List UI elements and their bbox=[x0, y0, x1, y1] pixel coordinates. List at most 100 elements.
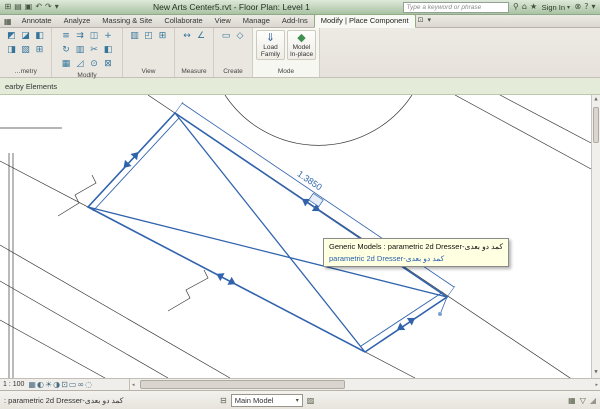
scroll-up-icon[interactable]: ▲ bbox=[592, 97, 600, 103]
cope-icon[interactable]: ◧ bbox=[33, 30, 46, 43]
ribbon-tab[interactable]: Manage bbox=[237, 15, 276, 27]
scroll-right-icon[interactable]: ▸ bbox=[595, 382, 598, 388]
open-icon[interactable]: ▤ bbox=[14, 2, 22, 12]
design-options-icon[interactable]: ⊟ bbox=[220, 396, 227, 405]
crop-view-icon[interactable]: ⊡ bbox=[61, 380, 68, 390]
favorites-icon[interactable]: ★ bbox=[530, 2, 537, 12]
panel-label: Modify bbox=[77, 72, 97, 79]
infocenter-icons: ⚲ ⌂ ★ bbox=[512, 2, 539, 12]
drag-control-dot[interactable] bbox=[438, 312, 442, 316]
create-group-icon[interactable]: ▭ bbox=[220, 30, 233, 43]
crop-region-icon[interactable]: ▭ bbox=[69, 380, 77, 390]
drawing-canvas[interactable]: 1.3850 Generic Models : parametric 2d Dr… bbox=[0, 95, 600, 378]
options-bar-text: earby Elements bbox=[5, 81, 58, 91]
switch-windows-icon[interactable]: ⊞ bbox=[156, 30, 169, 43]
shadows-icon[interactable]: ◑ bbox=[53, 380, 60, 390]
bottom-bar: 1 : 100 ▦ ◐ ☀ ◑ ⊡ ▭ ∞ ◌ ◂ ▸ bbox=[0, 378, 600, 390]
window-title: New Arts Center5.rvt - Floor Plan: Level… bbox=[152, 2, 310, 12]
offset-icon[interactable]: ⇉ bbox=[74, 30, 87, 43]
sign-in-label: Sign In bbox=[541, 2, 566, 12]
status-bar: : parametric 2d Dresser-کمد دو بعدی ⊟ Ma… bbox=[0, 390, 600, 409]
thin-lines-icon[interactable]: ▥ bbox=[128, 30, 141, 43]
quick-access-toolbar: ⊞ ▤ ▣ ↶ ↷ ▾ bbox=[3, 2, 60, 12]
wall-joins-icon[interactable]: ▧ bbox=[19, 44, 32, 57]
design-option-select[interactable]: Main Model ▾ bbox=[230, 393, 303, 407]
create-similar-icon[interactable]: ◇ bbox=[234, 30, 247, 43]
selected-component[interactable] bbox=[86, 111, 449, 353]
model-in-place-button[interactable]: ◆ Model In-place bbox=[287, 30, 316, 60]
delete-icon[interactable]: ⊠ bbox=[102, 58, 115, 71]
chevron-down-icon: ▾ bbox=[567, 3, 571, 11]
design-option-value: Main Model bbox=[234, 395, 274, 405]
ribbon-tab[interactable]: Analyze bbox=[58, 15, 97, 27]
ribbon-tab[interactable]: Annotate bbox=[16, 15, 58, 27]
split-icon[interactable]: ◧ bbox=[102, 44, 115, 57]
ribbon-panel-modify: ≡ ⇉ ◫ + ↻ ▥ ✂ ◧ ▦ ◿ ⊙ ⊠ Modify bbox=[52, 28, 123, 79]
array-icon[interactable]: ▦ bbox=[60, 58, 73, 71]
ribbon-panel-geometry: ◩ ◪ ◧ ◨ ▧ ⊞ …metry bbox=[0, 28, 52, 77]
qat-caret-icon[interactable]: ▾ bbox=[55, 2, 59, 12]
show-hidden-lines-icon[interactable]: ◰ bbox=[142, 30, 155, 43]
align-icon[interactable]: ≡ bbox=[60, 30, 73, 43]
editable-only-icon[interactable]: ▦ bbox=[568, 396, 576, 405]
application-menu-icon[interactable]: ▦ bbox=[4, 17, 12, 26]
horizontal-scrollbar[interactable]: ◂ ▸ bbox=[130, 379, 600, 390]
ribbon-tabs: Annotate Analyze Massing & Site Collaborate… bbox=[16, 15, 314, 27]
subscription-center-icon[interactable]: ⌂ bbox=[522, 2, 527, 12]
ribbon-tab[interactable]: View bbox=[209, 15, 237, 27]
status-message: : parametric 2d Dresser-کمد دو بعدی bbox=[4, 395, 124, 405]
cut-geometry-icon[interactable]: ◩ bbox=[5, 30, 18, 43]
scroll-down-icon[interactable]: ▼ bbox=[592, 370, 600, 376]
trim-icon[interactable]: ✂ bbox=[88, 44, 101, 57]
titlebar: ⊞ ▤ ▣ ↶ ↷ ▾ New Arts Center5.rvt - Floor Plan… bbox=[0, 0, 600, 15]
search-input[interactable] bbox=[402, 1, 509, 13]
panel-label: Mode bbox=[277, 68, 295, 75]
mode-button-icon: ⇓ bbox=[265, 31, 276, 44]
move-icon[interactable]: + bbox=[102, 30, 115, 43]
panel-label: …metry bbox=[14, 68, 37, 75]
rotate-icon[interactable]: ↻ bbox=[60, 44, 73, 57]
ribbon-tab[interactable]: Massing & Site bbox=[96, 15, 158, 27]
copy-icon[interactable]: ▥ bbox=[74, 44, 87, 57]
revit-window: ⊞ ▤ ▣ ↶ ↷ ▾ New Arts Center5.rvt - Floor Plan… bbox=[0, 0, 600, 409]
demolish-icon[interactable]: ⊞ bbox=[33, 44, 46, 57]
ribbon-state-caret-icon[interactable]: ▾ bbox=[427, 15, 431, 25]
help-icon[interactable]: ? bbox=[584, 2, 588, 12]
tooltip-line-1: Generic Models : parametric 2d Dresser-ک… bbox=[329, 242, 503, 251]
vertical-scroll-thumb[interactable] bbox=[593, 107, 599, 143]
sign-in-button[interactable]: Sign In ▾ bbox=[542, 3, 570, 12]
mirror-icon[interactable]: ◫ bbox=[88, 30, 101, 43]
dimension-icon[interactable]: ∠ bbox=[195, 30, 208, 43]
ribbon-tab[interactable]: Add-Ins bbox=[276, 15, 314, 27]
panel-label: Create bbox=[223, 68, 243, 75]
apply-coping-icon[interactable]: ◨ bbox=[5, 44, 18, 57]
panel-toggle-icon[interactable]: ⊡ bbox=[418, 15, 424, 25]
horizontal-scroll-thumb[interactable] bbox=[140, 380, 345, 389]
reveal-hidden-icon[interactable]: ◌ bbox=[85, 380, 92, 390]
vertical-scrollbar[interactable]: ▲ ▼ bbox=[591, 95, 600, 378]
ribbon: ◩ ◪ ◧ ◨ ▧ ⊞ …metry ≡ ⇉ ◫ + ↻ ▥ ✂ ◧ ▦ ◿ ⊙ ⊠ Modify ▥ ◰ ⊞ Vi… bbox=[0, 28, 600, 79]
temporary-dimension-value[interactable]: 1.3850 bbox=[295, 169, 323, 193]
scale-icon[interactable]: ◿ bbox=[74, 58, 87, 71]
help-caret-icon[interactable]: ▾ bbox=[591, 2, 595, 12]
join-geometry-icon[interactable]: ◪ bbox=[19, 30, 32, 43]
visual-style-icon[interactable]: ◐ bbox=[37, 380, 44, 390]
scale-indicator[interactable]: 1 : 100 bbox=[3, 381, 24, 388]
pin-icon[interactable]: ⊙ bbox=[88, 58, 101, 71]
filter-icon[interactable]: ▽ bbox=[580, 396, 586, 405]
tab-modify-place-component[interactable]: Modify | Place Component bbox=[313, 14, 416, 28]
sun-path-icon[interactable]: ☀ bbox=[45, 380, 52, 390]
search-icon[interactable]: ⚲ bbox=[513, 2, 519, 12]
exchange-apps-icon[interactable]: ⊗ bbox=[575, 2, 582, 12]
save-icon[interactable]: ▣ bbox=[25, 2, 33, 12]
exclude-options-icon[interactable]: ▨ bbox=[307, 396, 315, 405]
redo-icon[interactable]: ↷ bbox=[45, 2, 52, 12]
scroll-left-icon[interactable]: ◂ bbox=[132, 382, 135, 388]
load-family-button[interactable]: ⇓ Load Family bbox=[256, 30, 285, 60]
measure-icon[interactable]: ↔ bbox=[181, 30, 194, 43]
ribbon-tab[interactable]: Collaborate bbox=[158, 15, 208, 27]
temporary-hide-icon[interactable]: ∞ bbox=[77, 380, 84, 390]
app-grid-icon[interactable]: ⊞ bbox=[5, 2, 12, 12]
undo-icon[interactable]: ↶ bbox=[35, 2, 42, 12]
detail-level-icon[interactable]: ▦ bbox=[28, 380, 36, 390]
